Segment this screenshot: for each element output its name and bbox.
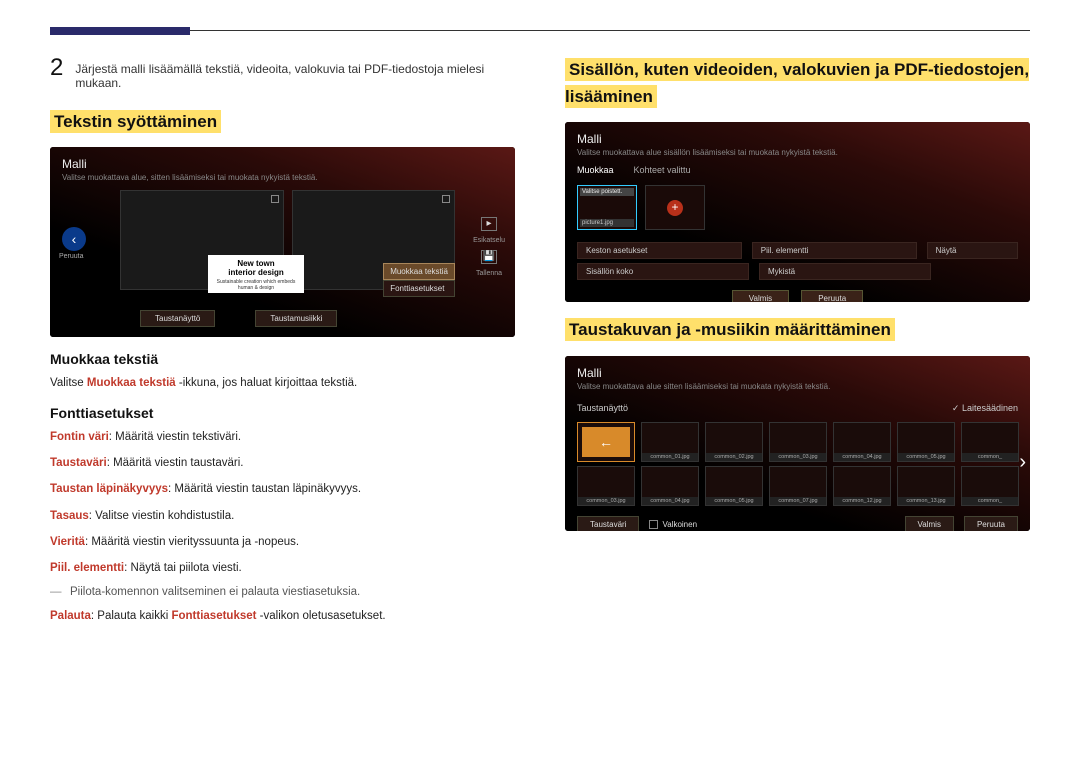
- line-align: Tasaus: Valitse viestin kohdistustila.: [50, 508, 515, 524]
- mock2-buttons: Valmis Peruuta: [565, 282, 1030, 302]
- subheading-edit-text: Muokkaa tekstiä: [50, 351, 515, 367]
- note-hide: Piilota-komennon valitseminen ei palauta…: [50, 586, 515, 598]
- line-font-color: Fontin väri: Määritä viestin tekstiväri.: [50, 429, 515, 445]
- top-rule: [50, 30, 1030, 31]
- heading-text-input: Tekstin syöttäminen: [50, 108, 515, 135]
- back-icon[interactable]: ‹: [62, 227, 86, 251]
- cell-hide-element[interactable]: Piil. elementti: [752, 242, 917, 259]
- line-bg-color: Taustaväri: Määritä viestin taustaväri.: [50, 455, 515, 471]
- plus-icon: +: [667, 200, 683, 216]
- mock1-right-buttons: ▸ Esikatselu 💾 Tallenna: [473, 217, 505, 277]
- cancel-button[interactable]: Peruuta: [801, 290, 863, 302]
- cell-content-size[interactable]: Sisällön koko: [577, 263, 749, 280]
- left-column: 2 Järjestä malli lisäämällä tekstiä, vid…: [50, 56, 515, 634]
- line-hide-element: Piil. elementti: Näytä tai piilota viest…: [50, 560, 515, 576]
- done-button[interactable]: Valmis: [732, 290, 789, 302]
- mock2-sub: Valitse muokattava alue sisällön lisäämi…: [565, 148, 1030, 165]
- thumbnail[interactable]: ←: [577, 422, 635, 462]
- line-bg-opacity: Taustan läpinäkyvyys: Määritä viestin ta…: [50, 481, 515, 497]
- mock1-option-menu: Muokkaa tekstiä Fonttiasetukset: [383, 263, 455, 297]
- mock3-sub: Valitse muokattava alue sitten lisäämise…: [565, 382, 1030, 399]
- mock2-tabs: Muokkaa Kohteet valittu: [565, 165, 1030, 175]
- mock2-title: Malli: [565, 122, 1030, 148]
- step-number: 2: [50, 56, 63, 90]
- checkbox-icon: [649, 520, 658, 529]
- mock2-tile-selected[interactable]: Valitse poistett. picture1.jpg: [577, 185, 637, 230]
- mock3-footer-bar: Taustaväri Valkoinen Valmis Peruuta: [565, 510, 1030, 531]
- thumbnail[interactable]: common_02.jpg: [705, 422, 763, 462]
- mock1-bottom-pills: Taustanäyttö Taustamusiikki: [140, 310, 337, 327]
- pill-bg-color[interactable]: Taustaväri: [577, 516, 639, 531]
- thumbnail[interactable]: common_04.jpg: [641, 466, 699, 506]
- thumbnail[interactable]: common_01.jpg: [641, 422, 699, 462]
- heading-add-content: Sisällön, kuten videoiden, valokuvien ja…: [565, 56, 1030, 110]
- chevron-right-icon[interactable]: ›: [1019, 451, 1026, 474]
- cell-duration[interactable]: Keston asetukset: [577, 242, 742, 259]
- mock3-thumbs-row2: common_03.jpgcommon_04.jpgcommon_05.jpgc…: [565, 466, 1030, 510]
- subheading-font-settings: Fonttiasetukset: [50, 405, 515, 421]
- line-reset: Palauta: Palauta kaikki Fonttiasetukset …: [50, 608, 515, 624]
- pill-cancel[interactable]: Peruuta: [964, 516, 1018, 531]
- mock3-thumbs-row1: ←common_01.jpgcommon_02.jpgcommon_03.jpg…: [565, 418, 1030, 466]
- hdr-right[interactable]: ✓ Laitesäädinen: [952, 403, 1018, 414]
- option-edit-text[interactable]: Muokkaa tekstiä: [383, 263, 455, 280]
- thumbnail[interactable]: common_: [961, 466, 1019, 506]
- mock2-tile-add[interactable]: +: [645, 185, 705, 230]
- thumbnail[interactable]: common_12.jpg: [833, 466, 891, 506]
- thumbnail[interactable]: common_03.jpg: [577, 466, 635, 506]
- mock1-title: Malli: [50, 147, 515, 173]
- mock2-row1: Keston asetukset Piil. elementti Näytä: [565, 240, 1030, 261]
- mock1-sub: Valitse muokattava alue, sitten lisäämis…: [50, 173, 515, 190]
- line-edit-text-desc: Valitse Muokkaa tekstiä -ikkuna, jos hal…: [50, 375, 515, 391]
- save-icon[interactable]: 💾: [481, 250, 497, 264]
- option-font-settings[interactable]: Fonttiasetukset: [383, 280, 455, 297]
- preview-label: Esikatselu: [473, 237, 505, 244]
- thumbnail[interactable]: common_05.jpg: [705, 466, 763, 506]
- mock2-row2: Sisällön koko Mykistä: [565, 261, 1030, 282]
- thumbnail[interactable]: common_05.jpg: [897, 422, 955, 462]
- mock3-title: Malli: [565, 356, 1030, 382]
- page-columns: 2 Järjestä malli lisäämällä tekstiä, vid…: [50, 56, 1030, 634]
- screenshot-add-content: Malli Valitse muokattava alue sisällön l…: [565, 122, 1030, 302]
- pill-done[interactable]: Valmis: [905, 516, 954, 531]
- cell-mute[interactable]: Mykistä: [759, 263, 931, 280]
- thumbnail[interactable]: common_07.jpg: [769, 466, 827, 506]
- screenshot-background: Malli Valitse muokattava alue sitten lis…: [565, 356, 1030, 531]
- heading-background: Taustakuvan ja -musiikin määrittäminen: [565, 316, 1030, 343]
- save-label: Tallenna: [476, 270, 502, 277]
- pill-background-music[interactable]: Taustamusiikki: [255, 310, 337, 327]
- step-text: Järjestä malli lisäämällä tekstiä, video…: [75, 56, 515, 90]
- thumbnail[interactable]: common_13.jpg: [897, 466, 955, 506]
- mock2-tiles: Valitse poistett. picture1.jpg +: [565, 175, 1030, 240]
- thumbnail[interactable]: common_03.jpg: [769, 422, 827, 462]
- mock3-header-row: Taustanäyttö ✓ Laitesäädinen: [565, 399, 1030, 418]
- mock1-text-overlay: New town interior design Sustainable cre…: [208, 255, 304, 293]
- tab-selected[interactable]: Kohteet valittu: [634, 165, 691, 175]
- tab-edit[interactable]: Muokkaa: [577, 165, 614, 175]
- checkbox-white[interactable]: Valkoinen: [649, 520, 697, 529]
- cell-show[interactable]: Näytä: [927, 242, 1018, 259]
- thumbnail[interactable]: common_04.jpg: [833, 422, 891, 462]
- step-row: 2 Järjestä malli lisäämällä tekstiä, vid…: [50, 56, 515, 90]
- preview-icon[interactable]: ▸: [481, 217, 497, 231]
- back-label: Peruuta: [59, 253, 84, 260]
- screenshot-text-entry: Malli Valitse muokattava alue, sitten li…: [50, 147, 515, 337]
- right-column: Sisällön, kuten videoiden, valokuvien ja…: [565, 56, 1030, 634]
- line-scroll: Vieritä: Määritä viestin vierityssuunta …: [50, 534, 515, 550]
- thumbnail[interactable]: common_: [961, 422, 1019, 462]
- hdr-left: Taustanäyttö: [577, 403, 628, 414]
- pill-background-display[interactable]: Taustanäyttö: [140, 310, 215, 327]
